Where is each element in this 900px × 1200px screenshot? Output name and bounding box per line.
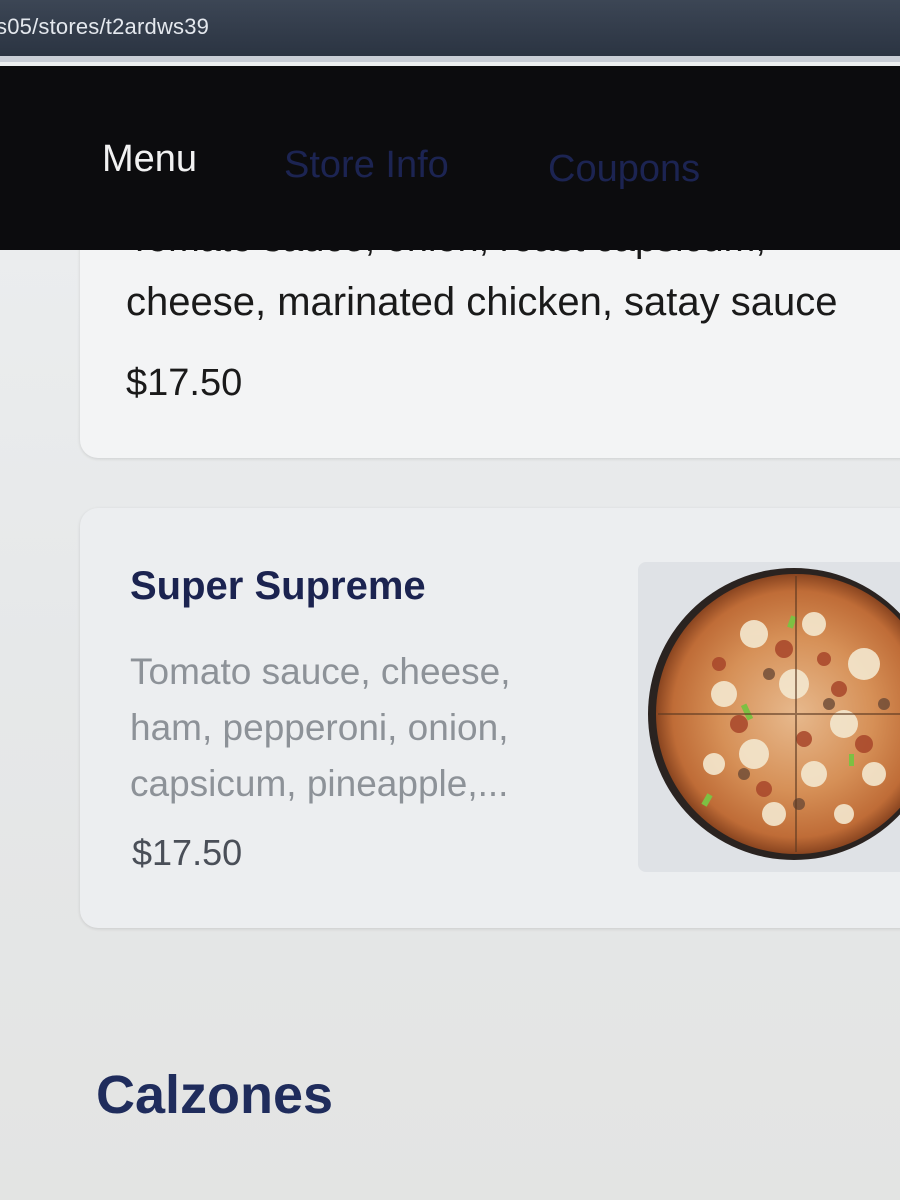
item-description: Tomato sauce, cheese, ham, pepperoni, on…: [130, 651, 511, 804]
tab-store-info[interactable]: Store Info: [284, 144, 449, 187]
url-text[interactable]: s05/stores/t2ardws39: [0, 14, 209, 40]
pizza-image-icon: [648, 568, 900, 860]
item-description: cheese, marinated chicken, satay sauce: [126, 280, 838, 324]
item-price: $17.50: [126, 362, 243, 404]
browser-url-bar[interactable]: s05/stores/t2ardws39: [0, 0, 900, 62]
item-price: $17.50: [132, 832, 243, 873]
item-name: Super Supreme: [130, 564, 426, 608]
section-title-calzones: Calzones: [96, 1065, 334, 1125]
top-nav: Menu Store Info Coupons: [0, 66, 900, 250]
tab-menu[interactable]: Menu: [102, 138, 197, 181]
item-image[interactable]: [638, 562, 900, 872]
tab-coupons[interactable]: Coupons: [548, 148, 700, 191]
page: s05/stores/t2ardws39 Tomato sauce, onion…: [0, 0, 900, 1200]
menu-item-card-super-supreme[interactable]: Super Supreme Tomato sauce, cheese, ham,…: [80, 508, 900, 928]
